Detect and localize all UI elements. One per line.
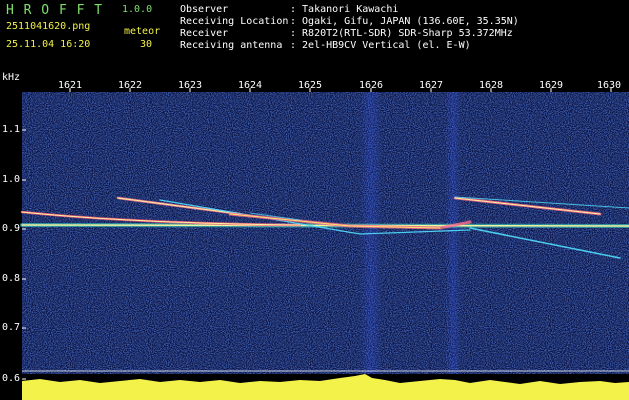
y-tick-label: 0.8 (2, 273, 21, 284)
x-tick-label: 1625 (298, 80, 323, 91)
carrier-line (21, 224, 629, 227)
spectrogram (20, 88, 629, 400)
spectrum-noise (22, 92, 629, 374)
y-tick-label: 1.0 (2, 174, 21, 185)
hrofft-window: H R O F F T 1.0.0 2511041620.png meteor … (0, 0, 629, 400)
y-axis-unit: kHz (2, 72, 21, 83)
x-tick-label: 1626 (359, 80, 384, 91)
x-tick-label: 1627 (419, 80, 444, 91)
y-tick-label: 0.6 (2, 373, 21, 384)
x-tick-label: 1622 (118, 80, 143, 91)
x-tick-label: 1628 (479, 80, 504, 91)
x-tick-label: 1623 (178, 80, 203, 91)
x-tick-label: 1630 (597, 80, 622, 91)
noise-band-1627 (445, 92, 461, 374)
amplitude-baseline (22, 395, 629, 400)
y-tick-label: 0.7 (2, 322, 21, 333)
x-tick-label: 1624 (238, 80, 263, 91)
x-tick-label: 1629 (539, 80, 564, 91)
y-tick-label: 0.9 (2, 223, 21, 234)
x-tick-marks (69, 88, 612, 92)
y-tick-label: 1.1 (2, 124, 21, 135)
x-tick-label: 1621 (58, 80, 83, 91)
